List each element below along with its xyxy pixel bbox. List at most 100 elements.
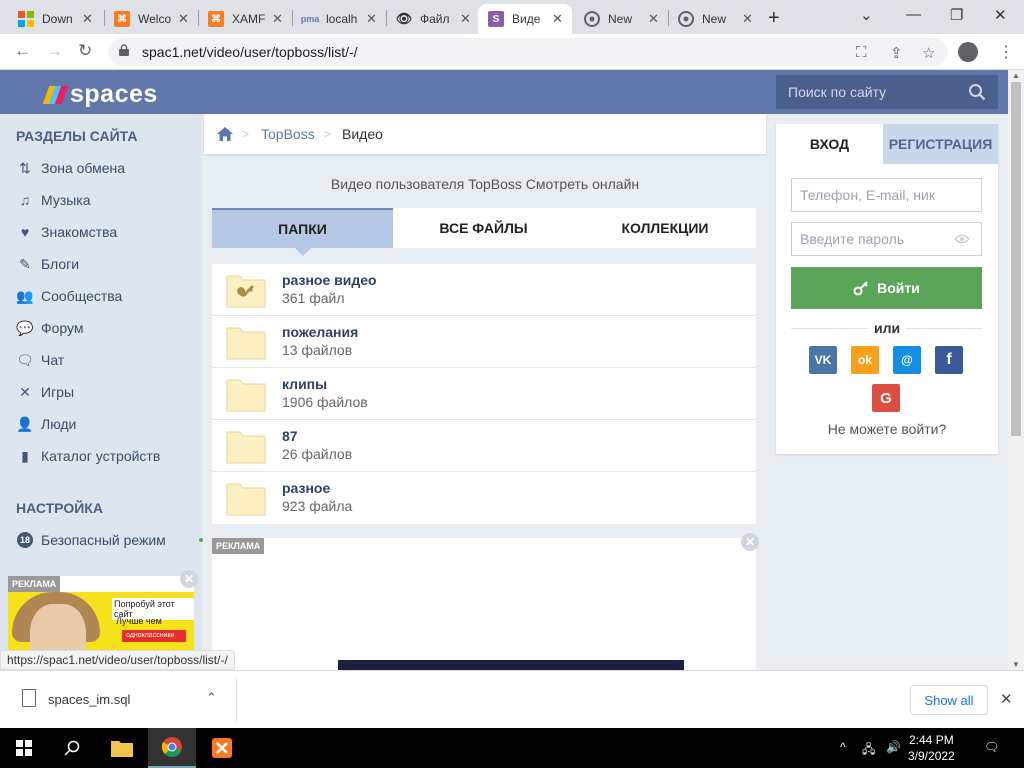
volume-icon[interactable]: 🔊 — [886, 740, 901, 754]
folder-name[interactable]: клипы — [282, 376, 327, 392]
scrollbar-thumb[interactable] — [1011, 82, 1021, 436]
close-icon[interactable]: ✕ — [366, 11, 377, 27]
site-logo[interactable]: spaces — [42, 80, 158, 109]
sidebar-item-people[interactable]: 👤 Люди — [16, 412, 76, 436]
close-icon[interactable]: ✕ — [552, 11, 563, 27]
search-button[interactable] — [48, 728, 96, 768]
tab-collections[interactable]: КОЛЛЕКЦИИ — [574, 208, 756, 248]
scroll-up-icon[interactable]: ▲ — [1012, 71, 1020, 80]
scroll-down-icon[interactable]: ▼ — [1012, 660, 1020, 669]
browser-tab[interactable]: 👁 Файл ✕ — [386, 4, 480, 34]
ad-close-icon[interactable]: ✕ — [741, 533, 759, 551]
minimize-button[interactable]: — — [906, 6, 921, 23]
show-all-button[interactable]: Show all — [910, 685, 988, 715]
site-search[interactable]: Поиск по сайту — [776, 75, 998, 109]
sidebar-item-music[interactable]: ♫ Музыка — [16, 188, 91, 212]
sidebar-item-label: Каталог устройств — [41, 448, 161, 464]
search-input[interactable]: Поиск по сайту — [788, 84, 886, 100]
bookmark-star-icon[interactable]: ☆ — [922, 44, 935, 62]
window-close-button[interactable]: ✕ — [994, 6, 1007, 24]
chevron-up-icon[interactable]: ^ — [840, 740, 846, 754]
file-icon — [22, 689, 36, 707]
xampp-taskbar-button[interactable] — [198, 728, 246, 768]
sidebar-item-exchange[interactable]: ⇅ Зона обмена — [16, 156, 125, 180]
breadcrumb-user-link[interactable]: TopBoss — [261, 126, 315, 142]
ad-close-icon[interactable]: ✕ — [180, 570, 198, 588]
facebook-icon[interactable]: f — [935, 346, 963, 374]
profile-avatar[interactable] — [958, 42, 978, 62]
back-button[interactable]: ← — [14, 41, 31, 61]
close-icon[interactable]: ✕ — [742, 11, 753, 27]
close-shelf-icon[interactable]: ✕ — [1000, 690, 1013, 708]
folder-name[interactable]: пожелания — [282, 324, 358, 340]
close-icon[interactable]: ✕ — [460, 11, 471, 27]
tab-register[interactable]: РЕГИСТРАЦИЯ — [883, 124, 998, 164]
folder-name[interactable]: 87 — [282, 428, 298, 444]
tab-folders[interactable]: ПАПКИ — [212, 208, 393, 256]
locked-folder-icon — [226, 275, 266, 308]
show-password-icon[interactable] — [954, 234, 970, 244]
maximize-button[interactable]: ❐ — [950, 6, 963, 24]
network-icon[interactable]: 🖧 — [862, 740, 875, 761]
notifications-icon[interactable]: 🗨 — [984, 740, 999, 754]
browser-tab[interactable]: New ✕ — [574, 4, 668, 34]
login-button[interactable]: Войти — [791, 267, 982, 309]
chevron-up-icon[interactable]: ⌃ — [206, 690, 217, 706]
chrome-taskbar-button[interactable] — [148, 728, 196, 768]
sidebar-item-safe-mode[interactable]: 18 Безопасный режим — [16, 528, 203, 552]
sidebar-item-blogs[interactable]: ✎ Блоги — [16, 252, 79, 276]
folder-row[interactable]: 87 26 файлов — [212, 420, 756, 472]
browser-tab[interactable]: ⌘ XAMF ✕ — [198, 4, 292, 34]
home-icon[interactable] — [216, 126, 234, 142]
address-bar[interactable]: spac1.net/video/user/topboss/list/-/ ⛶ ⇪… — [108, 38, 948, 66]
search-icon[interactable] — [968, 83, 986, 101]
sidebar-item-communities[interactable]: 👥 Сообщества — [16, 284, 122, 308]
folder-row[interactable]: разное видео 361 файл — [212, 264, 756, 316]
google-icon[interactable]: G — [872, 384, 900, 412]
sidebar-item-chat[interactable]: 🗨 Чат — [16, 348, 64, 372]
chevron-down-icon[interactable]: ⌄ — [860, 6, 873, 24]
folder-row[interactable]: пожелания 13 файлов — [212, 316, 756, 368]
tab-all-files[interactable]: ВСЕ ФАЙЛЫ — [393, 208, 574, 248]
browser-tab[interactable]: Down ✕ — [8, 4, 102, 34]
close-icon[interactable]: ✕ — [178, 11, 189, 27]
tab-login[interactable]: ВХОД — [776, 124, 883, 164]
new-tab-button[interactable]: + — [768, 7, 780, 30]
folder-row[interactable]: клипы 1906 файлов — [212, 368, 756, 420]
sidebar-item-games[interactable]: ✕ Игры — [16, 380, 74, 404]
forgot-login-link[interactable]: Не можете войти? — [776, 421, 998, 437]
browser-menu-icon[interactable]: ⋮ — [998, 42, 1014, 62]
odnoklassniki-icon[interactable]: ok — [851, 346, 879, 374]
main-ad[interactable]: РЕКЛАМА — [212, 538, 756, 670]
sidebar-item-dating[interactable]: ♥ Знакомства — [16, 220, 117, 244]
age-18-icon: 18 — [16, 531, 34, 549]
share-icon[interactable]: ⇪ — [890, 44, 903, 62]
ad-video[interactable] — [338, 660, 684, 670]
folder-name[interactable]: разное видео — [282, 272, 377, 288]
close-icon[interactable]: ✕ — [272, 11, 283, 27]
xampp-icon: ⌘ — [114, 11, 130, 27]
reload-button[interactable]: ↻ — [78, 41, 92, 61]
start-button[interactable] — [0, 728, 48, 768]
folder-name[interactable]: разное — [282, 480, 330, 496]
file-explorer-button[interactable] — [98, 728, 146, 768]
games-icon: ✕ — [19, 383, 31, 400]
close-icon[interactable]: ✕ — [82, 11, 93, 27]
browser-tab-active[interactable]: S Виде ✕ — [478, 4, 572, 34]
forward-button[interactable]: → — [46, 41, 63, 61]
mailru-icon[interactable]: @ — [893, 346, 921, 374]
close-icon[interactable]: ✕ — [648, 11, 659, 27]
folder-row[interactable]: разное 923 файла — [212, 472, 756, 524]
browser-tab[interactable]: pma localh ✕ — [292, 4, 386, 34]
download-item[interactable]: spaces_im.sql — [48, 692, 130, 707]
vk-icon[interactable]: VK — [809, 346, 837, 374]
page-scrollbar[interactable]: ▲ ▼ — [1008, 70, 1024, 670]
browser-tab[interactable]: ⌘ Welco ✕ — [104, 4, 198, 34]
browser-tab[interactable]: New ✕ — [668, 4, 762, 34]
sidebar-item-label: Зона обмена — [41, 160, 126, 176]
username-field[interactable] — [791, 178, 982, 212]
translate-icon[interactable]: ⛶ — [856, 44, 867, 61]
sidebar-item-forum[interactable]: 💬 Форум — [16, 316, 83, 340]
clock[interactable]: 2:44 PM 3/9/2022 — [908, 732, 955, 764]
sidebar-item-devices[interactable]: ▮ Каталог устройств — [16, 444, 160, 468]
